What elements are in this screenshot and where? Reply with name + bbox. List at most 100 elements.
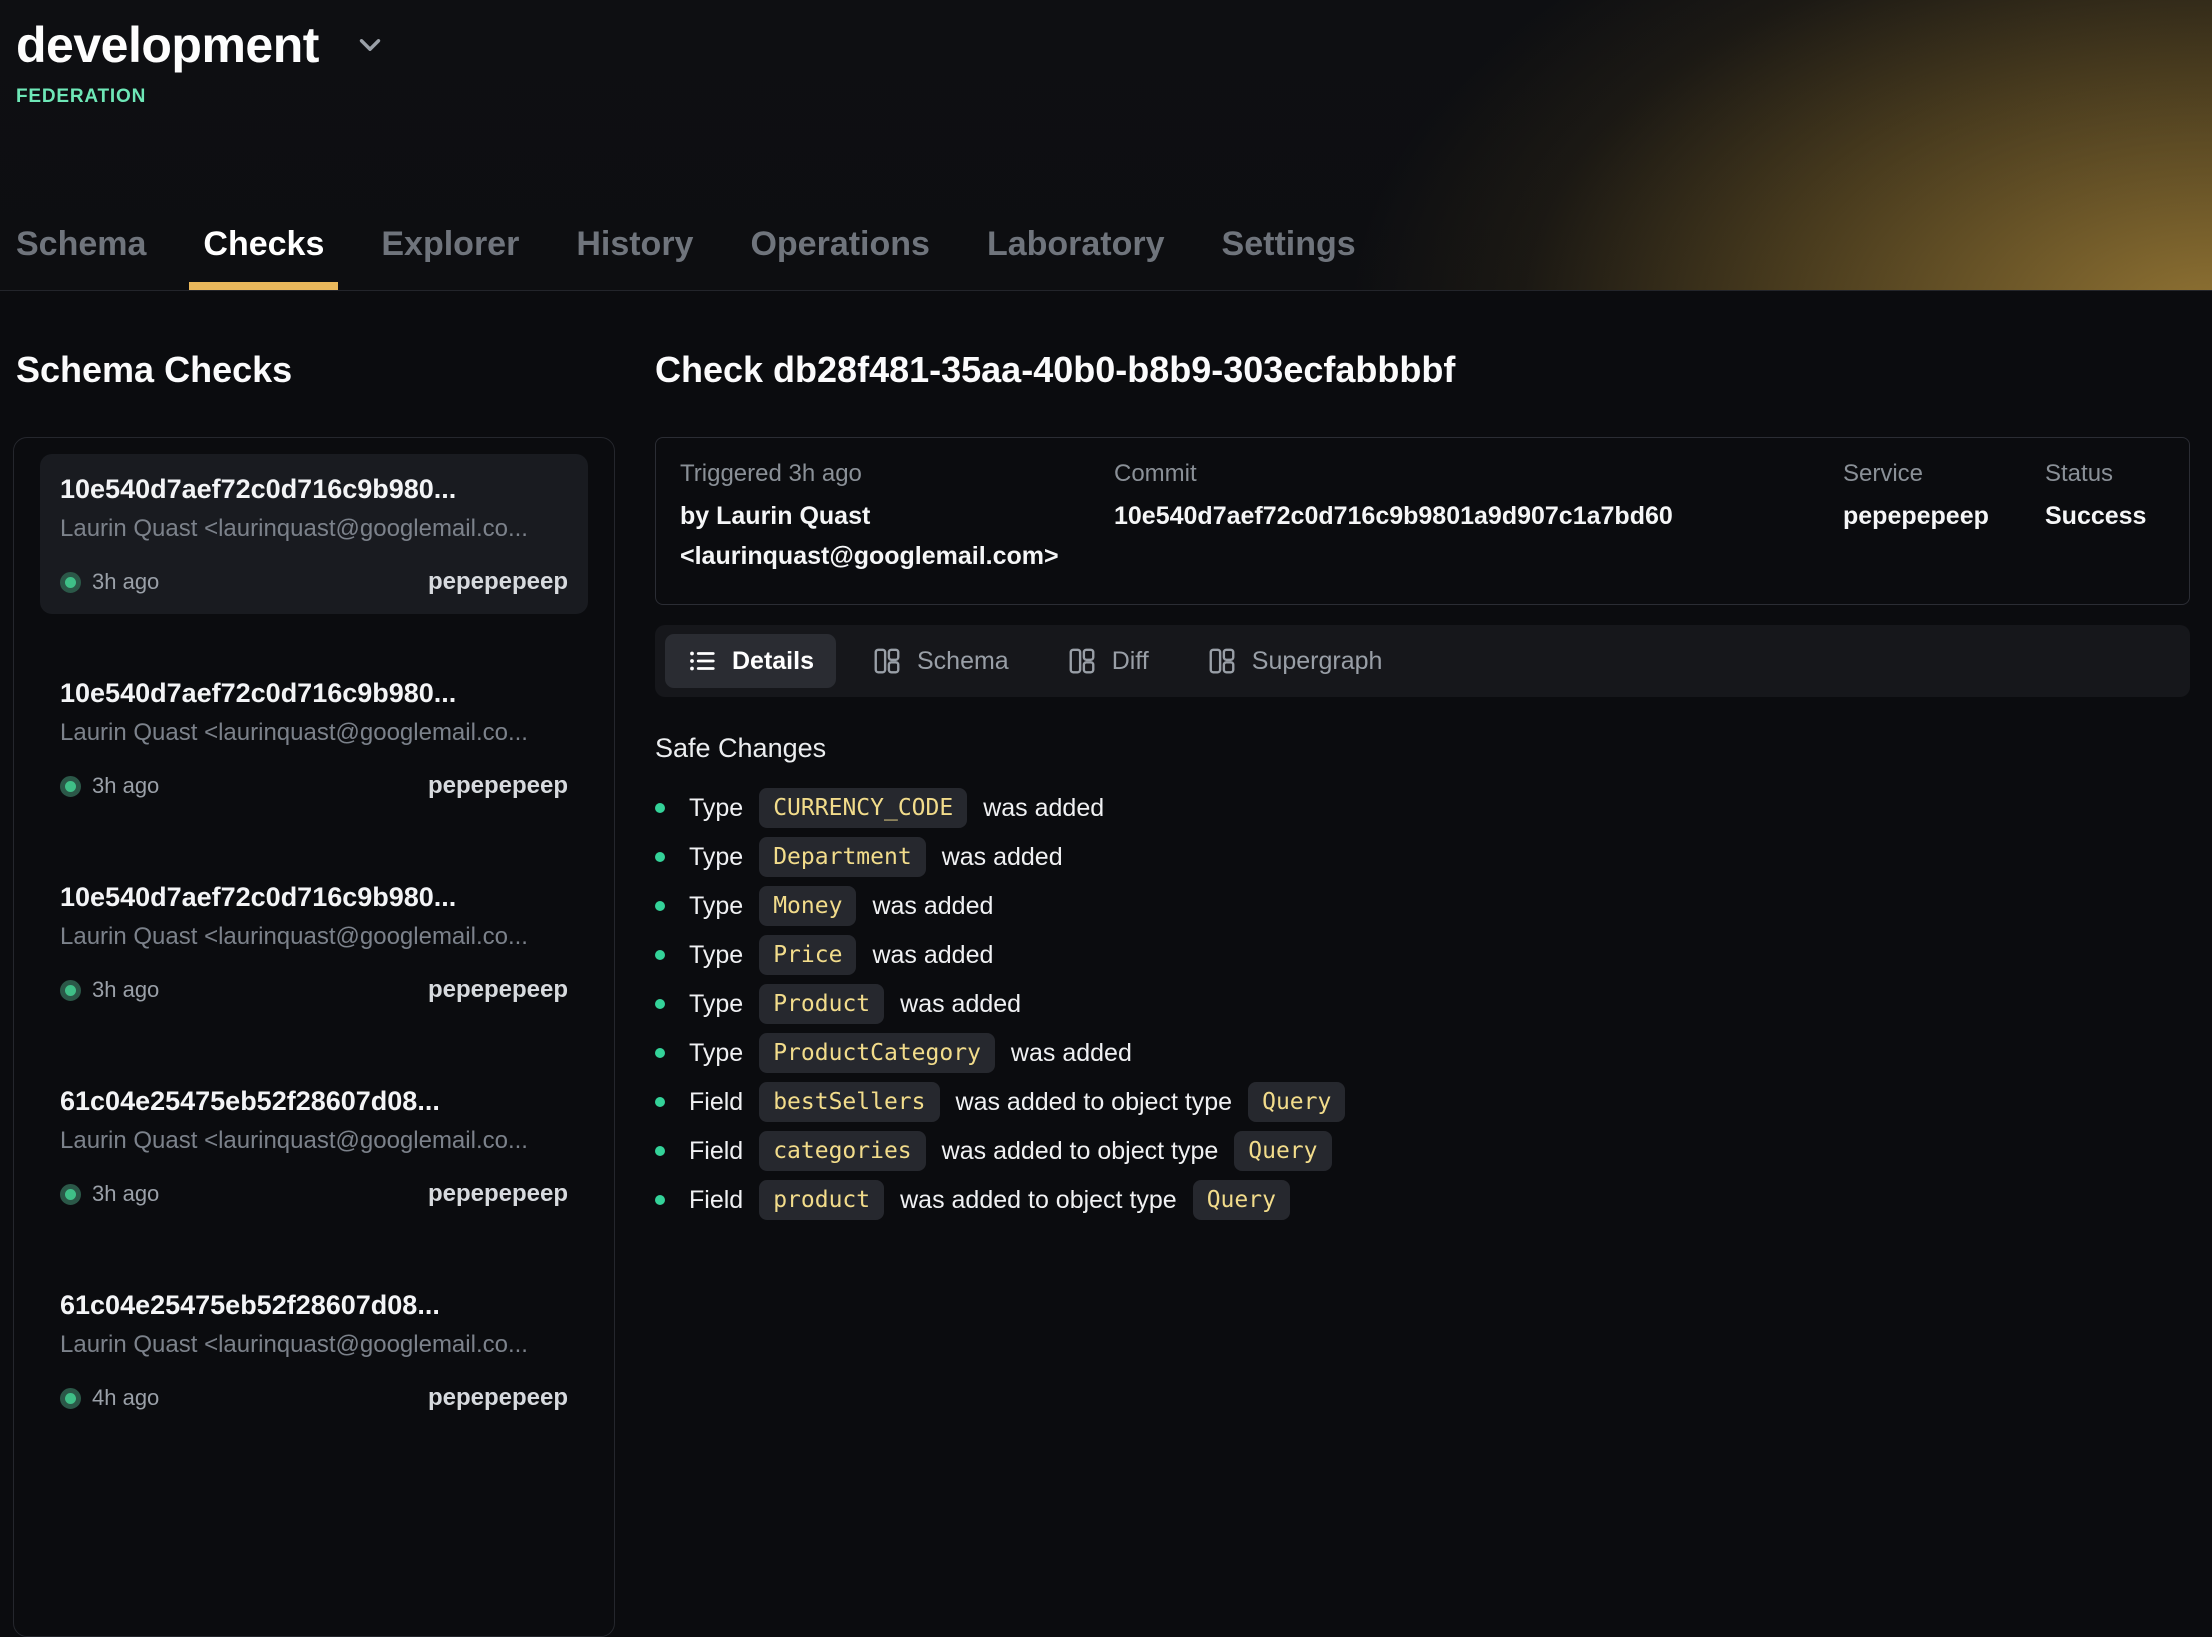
view-tab-label: Supergraph [1252,647,1383,676]
check-time: 3h ago [92,569,159,595]
check-meta-row: 3h ago pepepepeep [60,568,568,596]
change-code: Query [1234,1131,1331,1171]
check-meta-row: 4h ago pepepepeep [60,1384,568,1412]
change-prefix: Type [689,843,743,872]
check-author: Laurin Quast <laurinquast@googlemail.co.… [60,1126,568,1156]
check-list-item[interactable]: 10e540d7aef72c0d716c9b980... Laurin Quas… [40,862,588,1022]
view-tab-label: Schema [917,647,1009,676]
bullet-icon [655,950,665,960]
project-name: development [16,16,319,74]
view-tab-label: Details [732,647,814,676]
check-service: pepepepeep [428,772,568,800]
change-prefix: Type [689,941,743,970]
meta-service: Service pepepepeep [1843,460,2045,576]
list-icon [687,646,717,676]
view-tabs: Details Schema Diff [655,625,2190,697]
tab-history[interactable]: History [562,225,707,290]
tab-explorer[interactable]: Explorer [367,225,533,290]
change-prefix: Type [689,1039,743,1068]
change-code: Query [1248,1082,1345,1122]
check-id: 61c04e25475eb52f28607d08... [60,1288,568,1322]
tab-settings[interactable]: Settings [1208,225,1370,290]
change-prefix: Field [689,1137,743,1166]
project-row: development [16,16,2196,74]
change-code: Department [759,837,925,877]
check-id: 61c04e25475eb52f28607d08... [60,1084,568,1118]
tab-diff-view[interactable]: Diff [1045,634,1171,688]
meta-value: pepepepeep [1843,496,2045,536]
check-list-item[interactable]: 61c04e25475eb52f28607d08... Laurin Quast… [40,1066,588,1226]
check-author: Laurin Quast <laurinquast@googlemail.co.… [60,514,568,544]
bullet-icon [655,1048,665,1058]
change-prefix: Field [689,1088,743,1117]
check-author: Laurin Quast <laurinquast@googlemail.co.… [60,718,568,748]
header: development FEDERATION Schema Checks Exp… [0,0,2212,291]
tab-schema[interactable]: Schema [2,225,160,290]
change-prefix: Field [689,1186,743,1215]
check-list-item[interactable]: 61c04e25475eb52f28607d08... Laurin Quast… [40,1270,588,1430]
bullet-icon [655,1146,665,1156]
view-tab-label: Diff [1112,647,1149,676]
columns-icon [1067,646,1097,676]
change-item: Type ProductCategory was added [655,1033,2190,1073]
check-meta-row: 3h ago pepepepeep [60,772,568,800]
check-detail-title: Check db28f481-35aa-40b0-b8b9-303ecfabbb… [655,349,2190,391]
columns-icon [872,646,902,676]
check-id: 10e540d7aef72c0d716c9b980... [60,472,568,506]
status-value: Success [2045,496,2165,536]
change-item: Field categories was added to object typ… [655,1131,2190,1171]
bullet-icon [655,1097,665,1107]
change-item: Type CURRENCY_CODE was added [655,788,2190,828]
sidebar-title: Schema Checks [16,349,615,391]
meta-label: Status [2045,460,2165,488]
tab-supergraph-view[interactable]: Supergraph [1185,634,1405,688]
check-list-item[interactable]: 10e540d7aef72c0d716c9b980... Laurin Quas… [40,454,588,614]
main-nav: Schema Checks Explorer History Operation… [2,225,2196,290]
main-content: Schema Checks 10e540d7aef72c0d716c9b980.… [0,291,2212,1637]
check-list-item[interactable]: 10e540d7aef72c0d716c9b980... Laurin Quas… [40,658,588,818]
tab-checks[interactable]: Checks [189,225,338,290]
change-item: Type Department was added [655,837,2190,877]
project-switcher-button[interactable] [347,22,393,68]
change-code: product [759,1180,884,1220]
check-list: 10e540d7aef72c0d716c9b980... Laurin Quas… [13,437,615,1637]
tab-schema-view[interactable]: Schema [850,634,1031,688]
meta-triggered: Triggered 3h ago by Laurin Quast <laurin… [680,460,1114,576]
change-code: Query [1193,1180,1290,1220]
tab-laboratory[interactable]: Laboratory [973,225,1179,290]
check-detail-panel: Check db28f481-35aa-40b0-b8b9-303ecfabbb… [655,291,2190,1229]
bullet-icon [655,852,665,862]
bullet-icon [655,803,665,813]
change-code: CURRENCY_CODE [759,788,967,828]
change-item: Type Price was added [655,935,2190,975]
tab-operations[interactable]: Operations [736,225,943,290]
change-item: Type Money was added [655,886,2190,926]
chevron-down-icon [353,28,387,62]
change-suffix: was added [1011,1039,1132,1068]
tab-details-view[interactable]: Details [665,634,836,688]
columns-icon [1207,646,1237,676]
check-service: pepepepeep [428,1384,568,1412]
change-code: Money [759,886,856,926]
change-suffix: was added [872,941,993,970]
meta-value: by Laurin Quast <laurinquast@googlemail.… [680,496,1114,576]
check-time: 3h ago [92,1181,159,1207]
check-service: pepepepeep [428,1180,568,1208]
project-type-badge: FEDERATION [16,86,2196,108]
meta-status: Status Success [2045,460,2165,576]
change-item: Field bestSellers was added to object ty… [655,1082,2190,1122]
change-item: Type Product was added [655,984,2190,1024]
check-author: Laurin Quast <laurinquast@googlemail.co.… [60,1330,568,1360]
change-code: categories [759,1131,925,1171]
check-service: pepepepeep [428,568,568,596]
safe-changes-list: Type CURRENCY_CODE was added Type Depart… [655,788,2190,1220]
meta-label: Commit [1114,460,1843,488]
green-status-dot-icon [60,776,81,797]
page: development FEDERATION Schema Checks Exp… [0,0,2212,1637]
change-code: bestSellers [759,1082,939,1122]
change-suffix: was added to object type [942,1137,1219,1166]
check-author: Laurin Quast <laurinquast@googlemail.co.… [60,922,568,952]
green-status-dot-icon [60,572,81,593]
green-status-dot-icon [60,1388,81,1409]
check-time: 4h ago [92,1385,159,1411]
